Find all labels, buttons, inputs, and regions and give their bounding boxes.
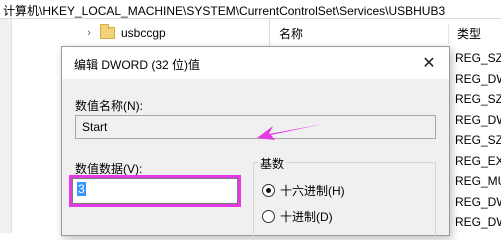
list-item-type[interactable]: REG_DW: [455, 192, 501, 213]
dialog-titlebar[interactable]: 编辑 DWORD (32 位)值 ✕: [62, 47, 449, 79]
list-item-type[interactable]: REG_SZ: [455, 48, 501, 69]
list-header: 名称 类型: [271, 24, 501, 44]
value-name-text: Start: [82, 120, 108, 134]
base-group-label: 基数: [258, 155, 287, 172]
radio-decimal-label: 十进制(D): [280, 210, 333, 224]
value-name-label: 数值名称(N):: [75, 99, 143, 113]
radio-hex-label: 十六进制(H): [280, 184, 345, 198]
column-header-name[interactable]: 名称: [271, 24, 449, 44]
column-header-type[interactable]: 类型: [449, 24, 481, 44]
radio-hex[interactable]: 十六进制(H): [262, 182, 345, 199]
radio-decimal[interactable]: 十进制(D): [262, 208, 333, 225]
list-item-type[interactable]: REG_DW: [455, 69, 501, 90]
address-path: 计算机\HKEY_LOCAL_MACHINE\SYSTEM\CurrentCon…: [3, 4, 446, 18]
list-item-type[interactable]: REG_SZ: [455, 130, 501, 151]
radio-button-checked-icon[interactable]: [262, 184, 275, 197]
close-icon: ✕: [422, 55, 436, 72]
list-item-type[interactable]: REG_DW: [455, 110, 501, 131]
annotation-arrow-icon: [257, 124, 323, 140]
base-group: [253, 162, 436, 240]
dialog-title: 编辑 DWORD (32 位)值: [74, 58, 201, 72]
tree-item-label: usbccgp: [121, 26, 166, 40]
address-bar[interactable]: 计算机\HKEY_LOCAL_MACHINE\SYSTEM\CurrentCon…: [0, 0, 501, 19]
close-button[interactable]: ✕: [409, 47, 449, 79]
list-item-type[interactable]: REG_EX: [455, 151, 501, 172]
tree-scrollbar[interactable]: [0, 19, 12, 233]
list-item-type[interactable]: REG_DW: [455, 212, 501, 233]
type-column: REG_SZ REG_DW REG_SZ REG_DW REG_SZ REG_E…: [455, 48, 501, 233]
tree-item-usbccgp[interactable]: › usbccgp: [84, 24, 166, 42]
list-item-type[interactable]: REG_MU: [455, 171, 501, 192]
chevron-right-icon[interactable]: ›: [84, 24, 94, 42]
folder-icon: [100, 24, 115, 39]
list-item-type[interactable]: REG_SZ: [455, 89, 501, 110]
highlight-box: [69, 175, 241, 207]
radio-button-icon[interactable]: [262, 210, 275, 223]
